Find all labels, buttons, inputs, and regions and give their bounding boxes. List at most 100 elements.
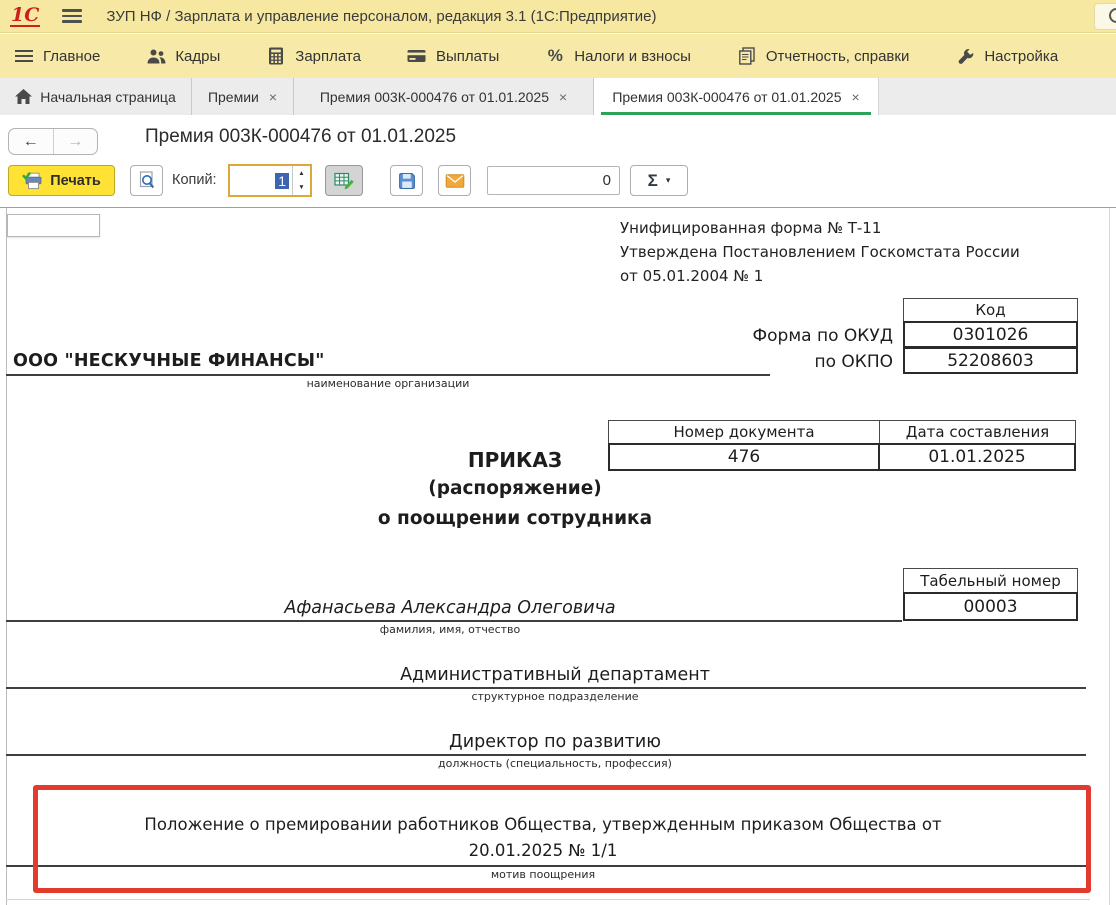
tabnum-value-cell: 00003 bbox=[903, 592, 1078, 621]
employee-underline bbox=[6, 620, 902, 622]
menu-label: Настройка bbox=[984, 48, 1058, 65]
close-icon[interactable]: × bbox=[559, 89, 567, 105]
order-subtitle: (распоряжение) bbox=[0, 478, 1030, 499]
menu-item-taxes[interactable]: % Налоги и взносы bbox=[545, 47, 691, 65]
logo-text: 1С bbox=[11, 4, 39, 26]
menu-label: Налоги и взносы bbox=[574, 48, 691, 65]
tab-home[interactable]: Начальная страница bbox=[0, 78, 192, 115]
table-edit-icon bbox=[334, 172, 355, 190]
form-right-border bbox=[1109, 208, 1110, 905]
okud-label: Форма по ОКУД bbox=[620, 326, 893, 346]
tabnum-header-cell: Табельный номер bbox=[903, 568, 1078, 593]
position-caption: должность (специальность, профессия) bbox=[0, 757, 1110, 770]
reports-icon bbox=[737, 47, 757, 65]
preview-icon bbox=[138, 171, 155, 190]
sigma-icon: Σ bbox=[648, 171, 658, 191]
okpo-label: по ОКПО bbox=[620, 352, 893, 372]
close-icon[interactable]: × bbox=[852, 89, 860, 105]
department-caption: структурное подразделение bbox=[0, 690, 1110, 703]
chevron-down-icon: ▾ bbox=[666, 175, 671, 186]
printer-icon bbox=[22, 172, 43, 190]
percent-icon: % bbox=[545, 47, 565, 65]
okud-value-cell: 0301026 bbox=[903, 321, 1078, 348]
history-nav: ← → bbox=[8, 128, 98, 155]
sum-field[interactable]: 0 bbox=[487, 166, 620, 195]
sections-icon bbox=[14, 47, 34, 65]
employee-name: Афанасьева Александра Олеговича bbox=[0, 598, 900, 618]
main-menu-icon[interactable] bbox=[62, 9, 82, 23]
organization-name: ООО "НЕСКУЧНЫЕ ФИНАНСЫ" bbox=[13, 351, 325, 371]
order-subject: о поощрении сотрудника bbox=[0, 508, 1030, 529]
form-row-line bbox=[6, 899, 1090, 900]
sum-value: 0 bbox=[603, 172, 611, 189]
menu-label: Выплаты bbox=[436, 48, 499, 65]
copies-value: 1 bbox=[275, 173, 289, 189]
spinner-up-icon[interactable]: ▲ bbox=[293, 166, 310, 181]
forward-button[interactable]: → bbox=[54, 129, 98, 154]
email-button[interactable] bbox=[438, 165, 471, 196]
copies-input[interactable]: 1 bbox=[230, 166, 293, 195]
menu-item-salary[interactable]: Зарплата bbox=[266, 47, 361, 65]
org-underline bbox=[6, 374, 770, 376]
tab-bar: Начальная страница Премии × Премия 003К-… bbox=[0, 78, 1116, 115]
wrench-icon bbox=[955, 47, 975, 65]
page-title: Премия 003К-000476 от 01.01.2025 bbox=[145, 126, 456, 148]
note-line: Утверждена Постановлением Госкомстата Ро… bbox=[620, 240, 1020, 264]
copies-stepper[interactable]: 1 ▲ ▼ bbox=[228, 164, 312, 197]
spinner-down-icon[interactable]: ▼ bbox=[293, 181, 310, 196]
save-button[interactable] bbox=[390, 165, 423, 196]
okpo-value-cell: 52208603 bbox=[903, 347, 1078, 374]
tab-premii[interactable]: Премии × bbox=[192, 78, 294, 115]
copies-label: Копий: bbox=[172, 172, 217, 188]
card-icon bbox=[407, 47, 427, 65]
tab-premiya-2-active[interactable]: Премия 003К-000476 от 01.01.2025 × bbox=[594, 78, 879, 115]
menu-item-settings[interactable]: Настройка bbox=[955, 47, 1058, 65]
menu-item-hr[interactable]: Кадры bbox=[146, 47, 220, 65]
form-header-area: ← → Премия 003К-000476 от 01.01.2025 Печ… bbox=[0, 115, 1116, 208]
close-icon[interactable]: × bbox=[269, 89, 277, 105]
menu-item-reports[interactable]: Отчетность, справки bbox=[737, 47, 909, 65]
docnum-header-cell: Номер документа bbox=[608, 420, 880, 444]
position-underline bbox=[6, 754, 1086, 756]
sum-button[interactable]: Σ ▾ bbox=[630, 165, 688, 196]
floppy-icon bbox=[398, 172, 416, 190]
edit-table-button[interactable] bbox=[325, 165, 363, 196]
org-caption: наименование организации bbox=[6, 377, 770, 390]
menu-label: Главное bbox=[43, 48, 100, 65]
tab-label: Премия 003К-000476 от 01.01.2025 bbox=[320, 89, 549, 105]
envelope-icon bbox=[445, 174, 465, 188]
print-label: Печать bbox=[50, 173, 101, 189]
employee-caption: фамилия, имя, отчество bbox=[0, 623, 900, 636]
1c-logo: 1С bbox=[10, 5, 40, 27]
code-header-cell: Код bbox=[903, 298, 1078, 322]
print-form: Унифицированная форма № Т-11 Утверждена … bbox=[0, 208, 1116, 905]
calculator-icon bbox=[266, 47, 286, 65]
app-title: ЗУП НФ / Зарплата и управление персонало… bbox=[106, 8, 656, 25]
back-button[interactable]: ← bbox=[9, 129, 54, 154]
home-icon bbox=[15, 89, 32, 104]
tab-label: Начальная страница bbox=[40, 89, 175, 105]
print-button[interactable]: Печать bbox=[8, 165, 115, 196]
tab-premiya-1[interactable]: Премия 003К-000476 от 01.01.2025 × bbox=[294, 78, 594, 115]
people-icon bbox=[146, 47, 166, 65]
motive-underline bbox=[6, 865, 1090, 867]
department-value: Административный департамент bbox=[0, 665, 1110, 685]
motive-line1: Положение о премировании работников Обще… bbox=[0, 815, 1086, 834]
position-value: Директор по развитию bbox=[0, 732, 1110, 752]
menu-label: Кадры bbox=[175, 48, 220, 65]
menu-label: Отчетность, справки bbox=[766, 48, 909, 65]
motive-caption: мотив поощрения bbox=[0, 868, 1086, 881]
print-toolbar: Печать Копий: 1 ▲ ▼ bbox=[0, 164, 1116, 198]
menu-item-payments[interactable]: Выплаты bbox=[407, 47, 499, 65]
menu-label: Зарплата bbox=[295, 48, 361, 65]
docdate-header-cell: Дата составления bbox=[879, 420, 1076, 444]
window-titlebar: 1С ЗУП НФ / Зарплата и управление персон… bbox=[0, 0, 1116, 33]
note-line: от 05.01.2004 № 1 bbox=[620, 264, 1020, 288]
spreadsheet-cell-cursor[interactable] bbox=[7, 214, 100, 237]
stepper-arrows: ▲ ▼ bbox=[293, 166, 310, 195]
note-line: Унифицированная форма № Т-11 bbox=[620, 216, 1020, 240]
menu-item-main[interactable]: Главное bbox=[14, 47, 100, 65]
preview-button[interactable] bbox=[130, 165, 163, 196]
form-approval-note: Унифицированная форма № Т-11 Утверждена … bbox=[620, 216, 1020, 288]
department-underline bbox=[6, 687, 1086, 689]
